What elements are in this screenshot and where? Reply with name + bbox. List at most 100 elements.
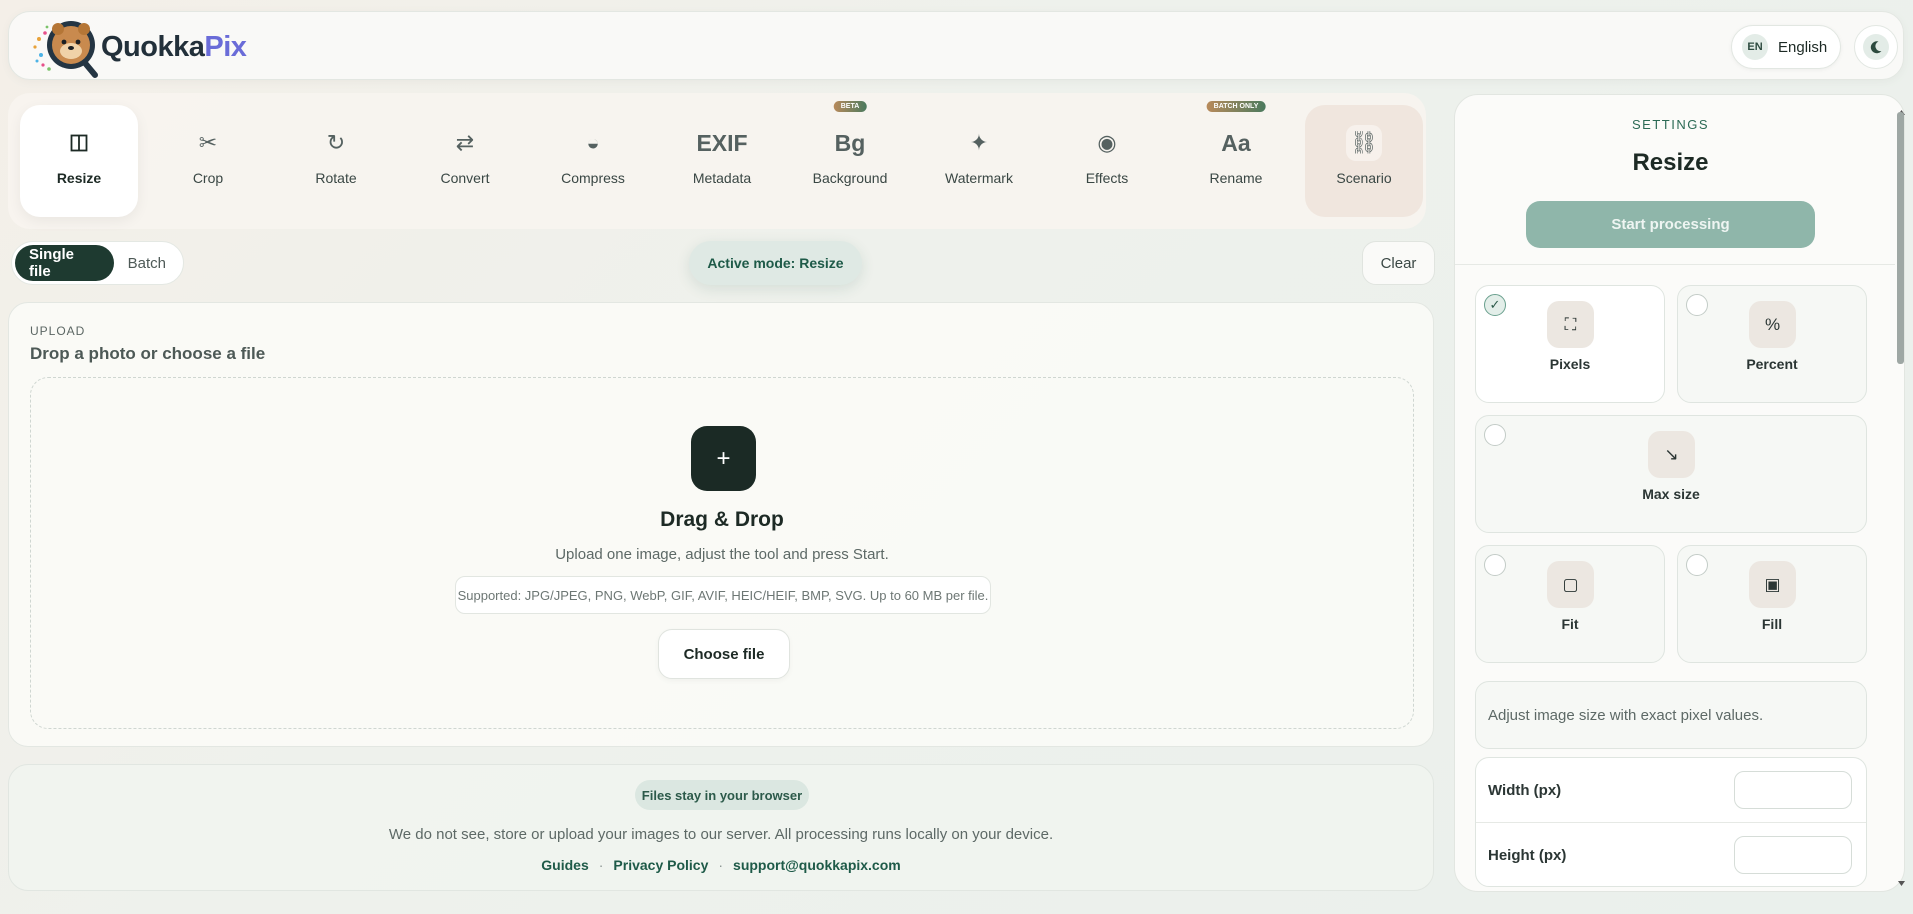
settings-divider xyxy=(1455,264,1895,265)
link-icon-glyph: ⛓ xyxy=(1346,125,1382,161)
start-processing-button[interactable]: Start processing xyxy=(1526,201,1815,248)
language-name: English xyxy=(1778,38,1828,56)
tool-label: Rotate xyxy=(315,170,357,186)
tool-label: Rename xyxy=(1209,170,1263,186)
scissors-icon: ✂ xyxy=(198,130,218,155)
tool-watermark[interactable]: ✦ Watermark xyxy=(920,105,1038,217)
height-label: Height (px) xyxy=(1488,846,1567,864)
tool-label: Effects xyxy=(1085,170,1129,186)
support-email-link[interactable]: support@quokkapix.com xyxy=(733,857,901,873)
tool-convert[interactable]: ⇄ Convert xyxy=(406,105,524,217)
footer-links: Guides · Privacy Policy · support@quokka… xyxy=(9,857,1433,873)
logo-wordmark: QuokkaPix xyxy=(101,31,247,64)
batch-tab[interactable]: Batch xyxy=(114,245,180,281)
settings-title: Resize xyxy=(1632,149,1709,176)
tool-label: Compress xyxy=(561,170,625,186)
tool-label: Scenario xyxy=(1336,170,1392,186)
batch-only-badge: BATCH ONLY xyxy=(1206,101,1266,112)
arrow-down-right-icon: ↘ xyxy=(1648,431,1695,478)
upload-title: Drop a photo or choose a file xyxy=(30,344,266,363)
scroll-thumb[interactable] xyxy=(1897,112,1904,364)
link-separator: · xyxy=(598,857,604,873)
tool-metadata[interactable]: EXIF Metadata xyxy=(663,105,781,217)
dropzone[interactable]: + Drag & Drop Upload one image, adjust t… xyxy=(30,377,1414,729)
tool-resize[interactable]: Resize xyxy=(20,105,138,217)
option-percent[interactable]: % Percent xyxy=(1677,285,1867,403)
tool-label: Resize xyxy=(56,170,102,186)
option-label: Pixels xyxy=(1549,356,1591,372)
radio-icon xyxy=(1686,294,1708,316)
link-separator: · xyxy=(718,857,724,873)
tool-toolbar: Resize ✂ Crop ↻ Rotate ⇄ Convert ◒ Compr… xyxy=(8,93,1426,229)
settings-panel: SETTINGS Resize Start processing ✓ ⛶ Pix… xyxy=(1454,94,1905,892)
tool-label: Watermark xyxy=(945,170,1013,186)
check-icon: ✓ xyxy=(1484,294,1506,316)
tool-label: Convert xyxy=(440,170,490,186)
privacy-policy-link[interactable]: Privacy Policy xyxy=(613,857,708,873)
privacy-footer: Files stay in your browser We do not see… xyxy=(8,764,1434,891)
width-row: Width (px) xyxy=(1476,758,1866,822)
radio-icon xyxy=(1484,424,1506,446)
option-pixels[interactable]: ✓ ⛶ Pixels xyxy=(1475,285,1665,403)
tool-compress[interactable]: ◒ Compress xyxy=(534,105,652,217)
fill-icon: ▣ xyxy=(1749,561,1796,608)
option-fill[interactable]: ▣ Fill xyxy=(1677,545,1867,663)
mode-toggle: Single file Batch xyxy=(11,241,184,285)
moon-icon xyxy=(1863,34,1889,60)
single-file-tab[interactable]: Single file xyxy=(15,245,114,281)
option-fit[interactable]: ▢ Fit xyxy=(1475,545,1665,663)
choose-file-button[interactable]: Choose file xyxy=(658,629,790,679)
option-label: Fill xyxy=(1761,616,1783,632)
page-scrollbar[interactable] xyxy=(1897,108,1906,888)
language-code-badge: EN xyxy=(1742,34,1768,60)
dimension-fields: Width (px) Height (px) xyxy=(1475,757,1867,887)
option-description: Adjust image size with exact pixel value… xyxy=(1475,681,1867,749)
half-circle-icon: ◒ xyxy=(586,130,600,155)
bg-icon: Bg xyxy=(834,129,866,156)
swap-icon: ⇄ xyxy=(455,130,475,155)
link-icon: ⛓ xyxy=(1346,125,1382,161)
active-mode-indicator: Active mode: Resize xyxy=(689,241,862,285)
language-selector[interactable]: EN English xyxy=(1731,25,1841,69)
tool-label: Background xyxy=(812,170,888,186)
upload-card: UPLOAD Drop a photo or choose a file + D… xyxy=(8,302,1434,747)
columns-icon xyxy=(70,127,88,159)
expand-icon: ⛶ xyxy=(1547,301,1594,348)
theme-toggle-button[interactable] xyxy=(1854,25,1898,69)
tool-rename[interactable]: BATCH ONLY Aa Rename xyxy=(1177,101,1295,217)
width-label: Width (px) xyxy=(1488,781,1562,799)
tool-rotate[interactable]: ↻ Rotate xyxy=(277,105,395,217)
guides-link[interactable]: Guides xyxy=(541,857,588,873)
width-input[interactable] xyxy=(1734,771,1852,809)
sparkle-icon: ✦ xyxy=(969,130,989,155)
radio-icon xyxy=(1484,554,1506,576)
privacy-text: We do not see, store or upload your imag… xyxy=(388,826,1054,843)
tool-label: Crop xyxy=(192,170,224,186)
target-icon: ◉ xyxy=(1097,130,1117,155)
quokka-logo-icon xyxy=(33,21,98,78)
option-label: Max size xyxy=(1642,486,1700,502)
clear-button[interactable]: Clear xyxy=(1362,241,1435,285)
tool-crop[interactable]: ✂ Crop xyxy=(149,105,267,217)
tool-scenario[interactable]: ⛓ Scenario xyxy=(1305,105,1423,217)
add-file-button[interactable]: + xyxy=(691,426,756,491)
tool-background[interactable]: BETA Bg Background xyxy=(791,101,909,217)
option-label: Fit xyxy=(1561,616,1579,632)
settings-eyebrow: SETTINGS xyxy=(1631,117,1709,132)
scroll-down-icon[interactable] xyxy=(1897,878,1906,888)
logo-word-quokka: Quokka xyxy=(101,31,205,63)
tool-label: Metadata xyxy=(692,170,752,186)
option-max-size[interactable]: ↘ Max size xyxy=(1475,415,1867,533)
dropzone-title: Drag & Drop xyxy=(660,508,784,531)
beta-badge: BETA xyxy=(833,101,867,112)
logo-word-pix: Pix xyxy=(204,31,247,63)
text-icon: Aa xyxy=(1221,129,1251,156)
fit-icon: ▢ xyxy=(1547,561,1594,608)
height-input[interactable] xyxy=(1734,836,1852,874)
quokkapix-logo[interactable]: QuokkaPix xyxy=(31,15,247,79)
upload-eyebrow: UPLOAD xyxy=(30,324,86,338)
height-row: Height (px) xyxy=(1476,823,1866,887)
radio-icon xyxy=(1686,554,1708,576)
tool-effects[interactable]: ◉ Effects xyxy=(1048,105,1166,217)
dropzone-subtitle: Upload one image, adjust the tool and pr… xyxy=(555,546,889,563)
